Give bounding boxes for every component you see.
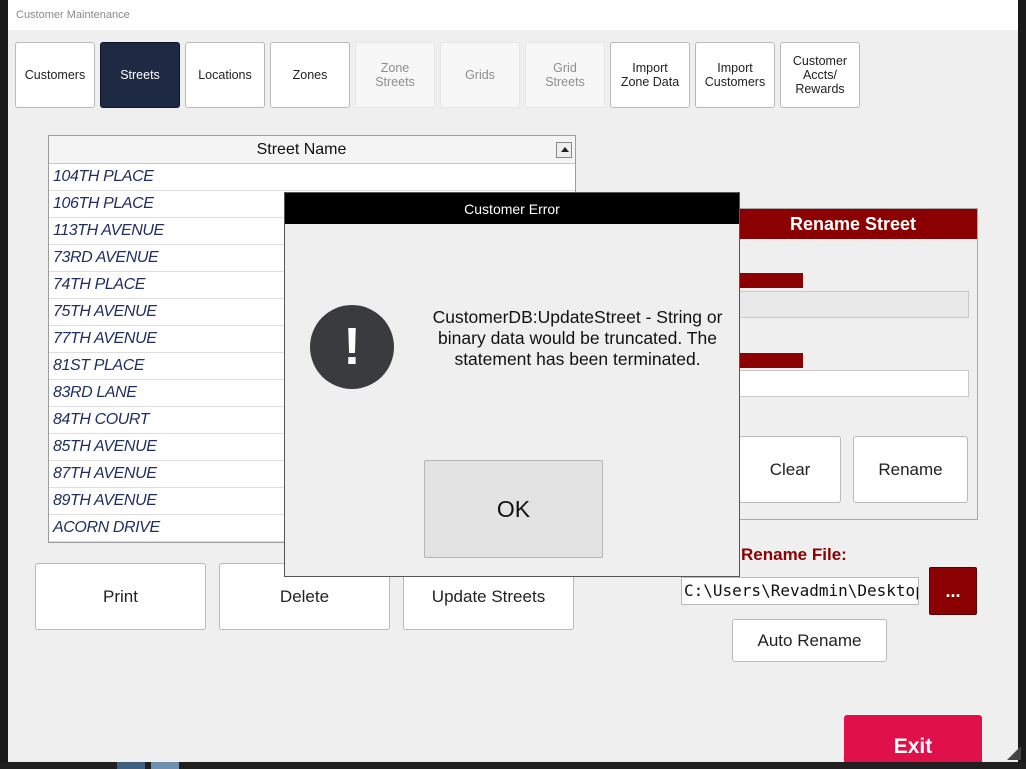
street-name-cell: 87TH AVENUE	[53, 465, 157, 482]
rename-street-header: Rename Street	[729, 209, 977, 239]
taskbar-item[interactable]	[117, 762, 145, 769]
rename-street-panel: Rename Street Clear Rename	[728, 208, 978, 520]
street-name-cell: 74TH PLACE	[53, 276, 146, 293]
street-name-cell: 104TH PLACE	[53, 168, 154, 185]
old-street-field[interactable]	[739, 291, 969, 318]
street-name-cell: 77TH AVENUE	[53, 330, 157, 347]
tab-grid-streets[interactable]: Grid Streets	[525, 42, 605, 108]
old-street-label-bar	[739, 273, 803, 288]
new-street-label-bar	[739, 353, 803, 368]
exit-button[interactable]: Exit	[844, 715, 982, 762]
street-name-cell: 83RD LANE	[53, 384, 137, 401]
tab-grids[interactable]: Grids	[440, 42, 520, 108]
window-title: Customer Maintenance	[16, 9, 130, 21]
rename-file-label: Rename File:	[741, 545, 847, 564]
browse-button[interactable]: ...	[929, 567, 977, 615]
rename-file-path-input[interactable]: C:\Users\Revadmin\Desktop	[681, 577, 919, 605]
clear-button[interactable]: Clear	[739, 436, 841, 503]
exclamation-icon: !	[310, 305, 394, 389]
grid-header: Street Name	[49, 136, 575, 164]
taskbar-item[interactable]	[151, 762, 179, 769]
auto-rename-button[interactable]: Auto Rename	[732, 619, 887, 662]
street-name-cell: 73RD AVENUE	[53, 249, 159, 266]
resize-grip-icon[interactable]	[1007, 746, 1021, 760]
new-street-field[interactable]	[739, 370, 969, 397]
error-message: CustomerDB:UpdateStreet - String or bina…	[432, 307, 723, 369]
rename-button[interactable]: Rename	[853, 436, 968, 503]
street-name-cell: 89TH AVENUE	[53, 492, 157, 509]
table-row[interactable]: 104TH PLACE	[49, 164, 575, 191]
ok-button[interactable]: OK	[424, 460, 603, 558]
customer-error-dialog: Customer Error ! CustomerDB:UpdateStreet…	[284, 192, 740, 577]
street-name-cell: 85TH AVENUE	[53, 438, 157, 455]
tab-zones[interactable]: Zones	[270, 42, 350, 108]
street-name-cell: 84TH COURT	[53, 411, 150, 428]
print-button[interactable]: Print	[35, 563, 206, 630]
scroll-up-arrow-icon[interactable]	[556, 142, 572, 158]
tab-customer-accts-rewards[interactable]: Customer Accts/ Rewards	[780, 42, 860, 108]
street-name-cell: 81ST PLACE	[53, 357, 145, 374]
street-name-cell: 113TH AVENUE	[53, 222, 164, 239]
tab-import-customers[interactable]: Import Customers	[695, 42, 775, 108]
dialog-title: Customer Error	[285, 193, 739, 224]
street-name-cell: 75TH AVENUE	[53, 303, 157, 320]
column-header-street-name: Street Name	[256, 141, 347, 158]
tab-import-zone-data[interactable]: Import Zone Data	[610, 42, 690, 108]
title-bar: Customer Maintenance	[8, 0, 1018, 30]
street-name-cell: ACORN DRIVE	[53, 519, 160, 536]
tab-zone-streets[interactable]: Zone Streets	[355, 42, 435, 108]
street-name-cell: 106TH PLACE	[53, 195, 154, 212]
tab-customers[interactable]: Customers	[15, 42, 95, 108]
tab-streets[interactable]: Streets	[100, 42, 180, 108]
tab-locations[interactable]: Locations	[185, 42, 265, 108]
